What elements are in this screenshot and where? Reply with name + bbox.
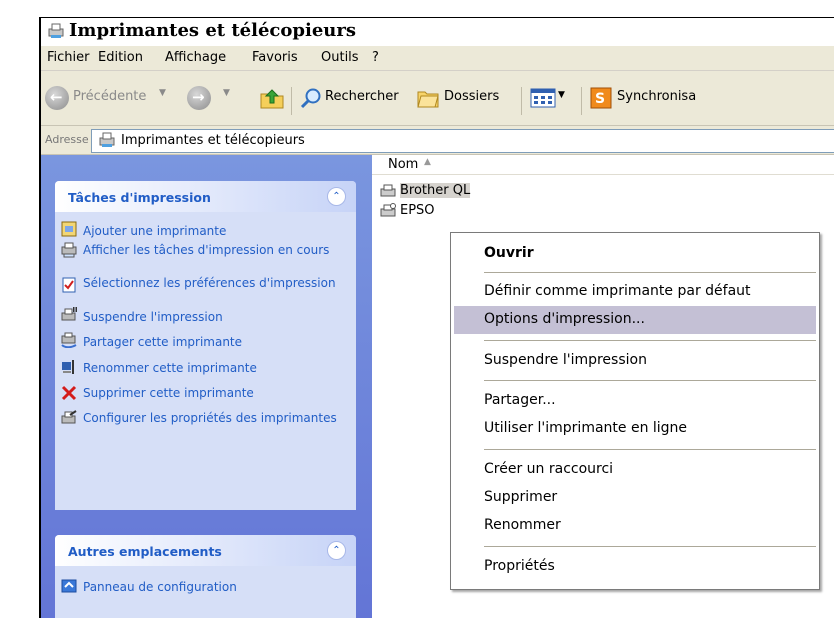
address-bar: Adresse Imprimantes et télécopieurs [41,126,834,155]
menu-separator [484,340,816,341]
address-field[interactable]: Imprimantes et télécopieurs [91,129,834,153]
delete-x-icon [61,385,77,401]
printer-properties-icon [61,410,77,424]
menu-item-properties[interactable]: Propriétés [484,558,555,574]
collapse-icon[interactable]: ⌃ [327,541,346,560]
task-label: Ajouter une imprimante [83,224,227,238]
search-icon [300,88,321,109]
back-dropdown-icon[interactable]: ▼ [159,88,166,98]
folders-label: Dossiers [444,89,500,104]
views-button[interactable]: ▼ [530,85,574,111]
sync-label: Synchronisa [617,89,697,104]
print-tasks-panel: Tâches d'impression ⌃ Ajouter une imprim… [55,181,356,510]
up-folder-icon[interactable] [259,86,285,110]
search-label: Rechercher [325,89,399,104]
address-value: Imprimantes et télécopieurs [121,133,305,148]
control-panel-icon [61,579,77,593]
forward-arrow-icon: → [187,86,211,110]
list-item[interactable]: Brother QL [380,182,500,200]
views-icon [530,88,556,108]
task-label: Supprimer cette imprimante [83,386,254,400]
task-label: Sélectionnez les préférences d'impressio… [83,276,336,290]
menu-fichier[interactable]: Fichier [47,50,90,65]
rename-icon [62,360,74,374]
task-label: Partager cette imprimante [83,335,243,349]
toolbar: ← Précédente ▼ → ▼ Rechercher Dossiers ▼… [41,71,834,126]
sync-icon: S [590,87,612,109]
list-item-label: EPSO [400,203,435,218]
menu-item-print-options[interactable]: Options d'impression... [484,311,645,327]
print-tasks-title: Tâches d'impression [68,190,211,205]
menu-item-use-online[interactable]: Utiliser l'imprimante en ligne [484,420,687,436]
task-label: Renommer cette imprimante [83,361,257,375]
menu-separator [484,449,816,450]
collapse-icon[interactable]: ⌃ [327,187,346,206]
menu-item-share[interactable]: Partager... [484,392,556,408]
column-header-name[interactable]: Nom ▲ [372,155,834,175]
task-label: Configurer les propriétés des imprimante… [83,411,337,425]
list-item-label: Brother QL [400,183,471,198]
window-title: Imprimantes et télécopieurs [69,20,356,41]
tasks-pane: Tâches d'impression ⌃ Ajouter une imprim… [41,155,372,618]
menu-item-delete[interactable]: Supprimer [484,489,557,505]
pause-printer-icon [61,307,77,321]
menu-separator [484,380,816,381]
forward-dropdown-icon[interactable]: ▼ [223,88,230,98]
other-places-panel: Autres emplacements ⌃ Panneau de configu… [55,535,356,618]
task-label: Afficher les tâches d'impression en cour… [83,243,330,257]
printer-icon [380,184,396,197]
back-button[interactable]: ← Précédente ▼ [41,83,203,113]
sync-button[interactable]: S Synchronisa [587,83,834,113]
title-bar[interactable]: Imprimantes et télécopieurs [41,18,834,46]
other-places-title: Autres emplacements [68,544,222,559]
menu-affichage[interactable]: Affichage [165,50,226,65]
menu-item-pause[interactable]: Suspendre l'impression [484,352,647,368]
menu-separator [484,272,816,273]
menu-help[interactable]: ? [372,50,379,65]
add-printer-icon [61,221,77,237]
explorer-window: Imprimantes et télécopieurs Fichier Edit… [39,17,834,618]
menu-bar: Fichier Edition Affichage Favoris Outils… [41,46,834,71]
printer-fax-icon [99,132,115,147]
svg-text:S: S [595,91,605,107]
sort-ascending-icon: ▲ [424,157,431,167]
other-places-header[interactable]: Autres emplacements ⌃ [55,535,356,566]
menu-item-rename[interactable]: Renommer [484,517,561,533]
printer-fax-icon [48,23,64,38]
forward-button[interactable]: → ▼ [183,83,241,113]
preferences-icon [62,277,76,293]
back-arrow-icon: ← [45,86,69,110]
place-label: Panneau de configuration [83,580,237,594]
context-menu: Ouvrir Définir comme imprimante par défa… [450,232,820,590]
print-queue-icon [61,242,77,258]
menu-favoris[interactable]: Favoris [252,50,298,65]
views-dropdown-icon: ▼ [558,90,565,100]
menu-item-set-default[interactable]: Définir comme imprimante par défaut [484,283,751,299]
task-label: Suspendre l'impression [83,310,223,324]
share-printer-icon [61,332,77,348]
menu-outils[interactable]: Outils [321,50,359,65]
print-tasks-header[interactable]: Tâches d'impression ⌃ [55,181,356,212]
folders-icon [417,91,439,108]
list-item[interactable]: EPSO [380,202,450,220]
menu-separator [484,546,816,547]
search-button[interactable]: Rechercher [297,83,409,113]
printer-icon [380,203,396,217]
address-label: Adresse [45,133,89,146]
back-label: Précédente [73,89,147,104]
menu-item-create-shortcut[interactable]: Créer un raccourci [484,461,613,477]
column-name-label: Nom [388,157,419,172]
menu-edition[interactable]: Edition [98,50,143,65]
menu-item-open[interactable]: Ouvrir [484,245,534,261]
folders-button[interactable]: Dossiers [414,83,516,113]
